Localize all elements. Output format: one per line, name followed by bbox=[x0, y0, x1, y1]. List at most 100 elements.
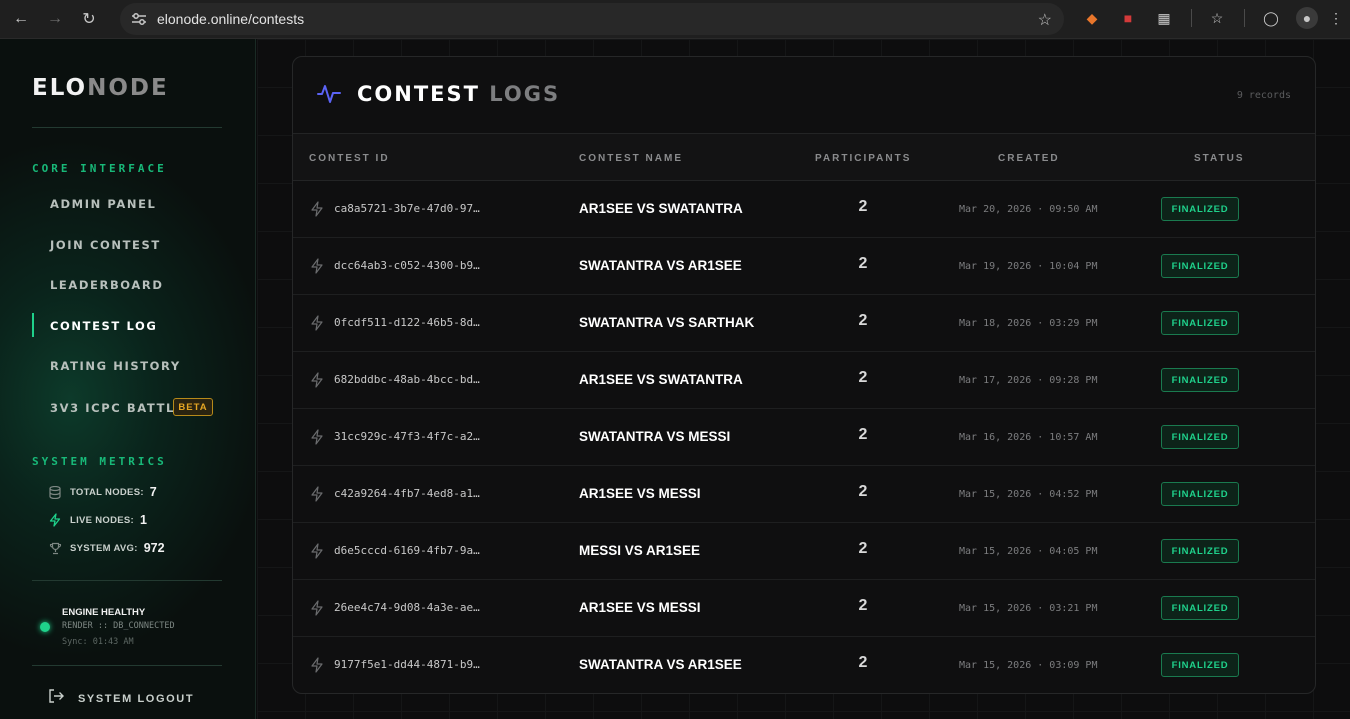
activity-pulse-icon bbox=[317, 83, 341, 110]
column-header-participants[interactable]: PARTICIPANTS bbox=[815, 153, 911, 164]
contest-name[interactable]: SWATANTRA VS MESSI bbox=[579, 429, 730, 444]
contest-id[interactable]: d6e5cccd-6169-4fb7-9a… bbox=[334, 544, 480, 557]
engine-status-detail: RENDER :: DB_CONNECTED bbox=[62, 621, 175, 631]
status-badge: FINALIZED bbox=[1161, 482, 1239, 506]
participant-count: 2 bbox=[858, 597, 868, 614]
participant-count: 2 bbox=[858, 483, 868, 500]
bolt-icon bbox=[310, 543, 324, 559]
contest-logs-panel: CONTEST LOGS 9 records CONTEST ID CONTES… bbox=[292, 56, 1316, 694]
bookmarks-icon[interactable]: ☆ bbox=[1206, 7, 1228, 29]
engine-status-dot bbox=[40, 622, 50, 632]
sidebar-item-icpc-battle[interactable]: 3V3 ICPC BATTLE bbox=[50, 401, 184, 415]
sync-icon[interactable]: ◯ bbox=[1260, 7, 1282, 29]
column-header-contest-id[interactable]: CONTEST ID bbox=[309, 153, 390, 164]
divider bbox=[32, 127, 222, 128]
contest-id[interactable]: 26ee4c74-9d08-4a3e-ae… bbox=[334, 601, 480, 614]
reload-icon[interactable]: ↻ bbox=[76, 6, 102, 32]
status-badge: FINALIZED bbox=[1161, 653, 1239, 677]
contest-name[interactable]: AR1SEE VS SWATANTRA bbox=[579, 201, 743, 216]
contest-id[interactable]: 0fcdf511-d122-46b5-8d… bbox=[334, 316, 480, 329]
contest-name[interactable]: AR1SEE VS MESSI bbox=[579, 486, 701, 501]
toolbar-divider bbox=[1244, 9, 1245, 27]
created-timestamp: Mar 20, 2026 · 09:50 AM bbox=[959, 204, 1098, 215]
table-header: CONTEST ID CONTEST NAME PARTICIPANTS CRE… bbox=[293, 134, 1315, 181]
created-timestamp: Mar 15, 2026 · 04:52 PM bbox=[959, 489, 1098, 500]
participant-count: 2 bbox=[858, 255, 868, 272]
sidebar: ELONODE CORE INTERFACE ADMIN PANEL JOIN … bbox=[0, 39, 256, 719]
table-row[interactable]: 26ee4c74-9d08-4a3e-ae… AR1SEE VS MESSI 2 Ma… bbox=[293, 580, 1315, 637]
column-header-created[interactable]: CREATED bbox=[998, 153, 1060, 164]
sidebar-item-join-contest[interactable]: JOIN CONTEST bbox=[50, 238, 161, 252]
table-row[interactable]: 682bddbc-48ab-4bcc-bd… AR1SEE VS SWATANTR… bbox=[293, 352, 1315, 409]
sidebar-item-admin-panel[interactable]: ADMIN PANEL bbox=[50, 197, 156, 211]
sidebar-item-rating-history[interactable]: RATING HISTORY bbox=[50, 359, 181, 373]
created-timestamp: Mar 17, 2026 · 09:28 PM bbox=[959, 375, 1098, 386]
bolt-icon bbox=[310, 657, 324, 673]
contest-name[interactable]: MESSI VS AR1SEE bbox=[579, 543, 700, 558]
logo[interactable]: ELONODE bbox=[32, 75, 169, 101]
toolbar-divider bbox=[1191, 9, 1192, 27]
metric-system-avg: SYSTEM AVG: 972 bbox=[48, 541, 165, 555]
table-row[interactable]: ca8a5721-3b7e-47d0-97… AR1SEE VS SWATANTR… bbox=[293, 181, 1315, 238]
created-timestamp: Mar 19, 2026 · 10:04 PM bbox=[959, 261, 1098, 272]
record-count: 9 records bbox=[1236, 90, 1291, 101]
table-row[interactable]: c42a9264-4fb7-4ed8-a1… AR1SEE VS MESSI 2 Ma… bbox=[293, 466, 1315, 523]
extensions-puzzle-icon[interactable]: ▦ bbox=[1153, 7, 1175, 29]
column-header-contest-name[interactable]: CONTEST NAME bbox=[579, 153, 683, 164]
contest-id[interactable]: 31cc929c-47f3-4f7c-a2… bbox=[334, 430, 480, 443]
column-header-status[interactable]: STATUS bbox=[1194, 153, 1245, 164]
fox-extension-icon[interactable]: ◆ bbox=[1081, 7, 1103, 29]
logout-button[interactable]: SYSTEM LOGOUT bbox=[48, 689, 194, 708]
bolt-icon bbox=[310, 486, 324, 502]
url-text[interactable]: elonode.online/contests bbox=[157, 11, 304, 27]
profile-avatar-icon[interactable]: ● bbox=[1296, 7, 1318, 29]
browser-toolbar: ← → ↻ elonode.online/contests ☆ ◆ ■ ▦ ☆ … bbox=[0, 0, 1350, 39]
created-timestamp: Mar 16, 2026 · 10:57 AM bbox=[959, 432, 1098, 443]
contest-name[interactable]: AR1SEE VS MESSI bbox=[579, 600, 701, 615]
participant-count: 2 bbox=[858, 654, 868, 671]
status-badge: FINALIZED bbox=[1161, 539, 1239, 563]
database-icon bbox=[48, 485, 62, 499]
contest-id[interactable]: 9177f5e1-dd44-4871-b9… bbox=[334, 658, 480, 671]
active-indicator bbox=[32, 313, 34, 337]
address-bar[interactable]: elonode.online/contests ☆ bbox=[120, 3, 1064, 35]
table-row[interactable]: 9177f5e1-dd44-4871-b9… SWATANTRA VS AR1SE… bbox=[293, 637, 1315, 693]
forward-icon[interactable]: → bbox=[42, 6, 68, 32]
bookmark-star-icon[interactable]: ☆ bbox=[1038, 10, 1052, 30]
contest-name[interactable]: SWATANTRA VS AR1SEE bbox=[579, 258, 742, 273]
table-row[interactable]: 0fcdf511-d122-46b5-8d… SWATANTRA VS SARTH… bbox=[293, 295, 1315, 352]
status-badge: FINALIZED bbox=[1161, 197, 1239, 221]
sidebar-item-leaderboard[interactable]: LEADERBOARD bbox=[50, 278, 163, 292]
metric-live-nodes: LIVE NODES: 1 bbox=[48, 513, 147, 527]
panel-header: CONTEST LOGS 9 records bbox=[293, 57, 1315, 134]
contest-name[interactable]: SWATANTRA VS AR1SEE bbox=[579, 657, 742, 672]
divider bbox=[32, 665, 222, 666]
engine-sync-time: Sync: 01:43 AM bbox=[62, 637, 134, 647]
contest-id[interactable]: c42a9264-4fb7-4ed8-a1… bbox=[334, 487, 480, 500]
participant-count: 2 bbox=[858, 540, 868, 557]
menu-kebab-icon[interactable]: ⋮ bbox=[1325, 7, 1347, 29]
sidebar-item-contest-log[interactable]: CONTEST LOG bbox=[50, 319, 157, 333]
bolt-icon bbox=[310, 258, 324, 274]
contest-id[interactable]: ca8a5721-3b7e-47d0-97… bbox=[334, 202, 480, 215]
bolt-icon bbox=[310, 201, 324, 217]
created-timestamp: Mar 15, 2026 · 03:21 PM bbox=[959, 603, 1098, 614]
site-settings-icon[interactable] bbox=[130, 10, 148, 28]
contest-id[interactable]: 682bddbc-48ab-4bcc-bd… bbox=[334, 373, 480, 386]
table-row[interactable]: dcc64ab3-c052-4300-b9… SWATANTRA VS AR1SE… bbox=[293, 238, 1315, 295]
table-row[interactable]: d6e5cccd-6169-4fb7-9a… MESSI VS AR1SEE 2 Ma… bbox=[293, 523, 1315, 580]
back-icon[interactable]: ← bbox=[8, 6, 34, 32]
created-timestamp: Mar 15, 2026 · 03:09 PM bbox=[959, 660, 1098, 671]
lock-extension-icon[interactable]: ■ bbox=[1117, 7, 1139, 29]
metric-total-nodes: TOTAL NODES: 7 bbox=[48, 485, 157, 499]
beta-badge: BETA bbox=[173, 398, 213, 416]
contest-name[interactable]: SWATANTRA VS SARTHAK bbox=[579, 315, 754, 330]
logout-icon bbox=[48, 689, 64, 708]
divider bbox=[32, 580, 222, 581]
core-interface-title: CORE INTERFACE bbox=[32, 162, 167, 175]
bolt-icon bbox=[310, 600, 324, 616]
status-badge: FINALIZED bbox=[1161, 254, 1239, 278]
contest-id[interactable]: dcc64ab3-c052-4300-b9… bbox=[334, 259, 480, 272]
table-row[interactable]: 31cc929c-47f3-4f7c-a2… SWATANTRA VS MESSI… bbox=[293, 409, 1315, 466]
contest-name[interactable]: AR1SEE VS SWATANTRA bbox=[579, 372, 743, 387]
